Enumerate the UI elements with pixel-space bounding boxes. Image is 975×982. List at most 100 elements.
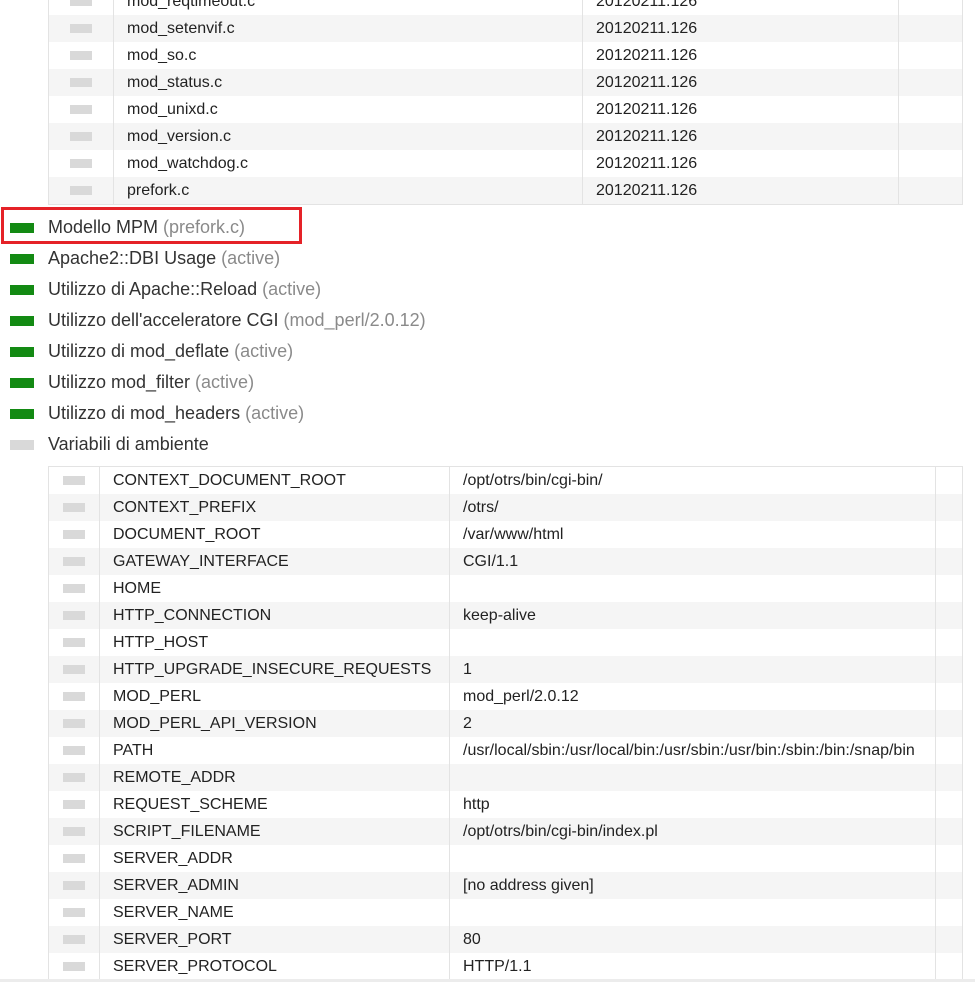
env-name: SERVER_NAME xyxy=(100,899,450,926)
table-row: REMOTE_ADDR xyxy=(49,764,962,791)
status-indicator-icon xyxy=(63,530,85,539)
env-name: SERVER_PROTOCOL xyxy=(100,953,450,980)
env-name: CONTEXT_PREFIX xyxy=(100,494,450,521)
table-row: mod_setenvif.c 20120211.126 xyxy=(49,15,962,42)
env-value xyxy=(450,629,936,656)
check-item-mod-filter: Utilizzo mod_filter (active) xyxy=(0,367,426,398)
modules-table: mod_reqtimeout.c 20120211.126 mod_setenv… xyxy=(48,0,963,205)
table-row: prefork.c 20120211.126 xyxy=(49,177,962,204)
check-detail: (active) xyxy=(234,341,294,361)
table-row: PATH /usr/local/sbin:/usr/local/bin:/usr… xyxy=(49,737,962,764)
status-indicator-icon xyxy=(63,827,85,836)
status-indicator-icon xyxy=(70,186,92,195)
status-indicator-icon xyxy=(70,78,92,87)
table-row: HTTP_CONNECTION keep-alive xyxy=(49,602,962,629)
table-row: HTTP_HOST xyxy=(49,629,962,656)
env-name: DOCUMENT_ROOT xyxy=(100,521,450,548)
env-name: SERVER_PORT xyxy=(100,926,450,953)
table-row: SERVER_PORT 80 xyxy=(49,926,962,953)
status-indicator-icon xyxy=(63,935,85,944)
module-name: mod_setenvif.c xyxy=(114,15,583,42)
status-indicator-icon xyxy=(63,584,85,593)
status-indicator-icon xyxy=(63,557,85,566)
check-item-mod-headers: Utilizzo di mod_headers (active) xyxy=(0,398,426,429)
status-ok-icon xyxy=(10,346,34,357)
status-info-icon xyxy=(10,439,34,450)
env-value xyxy=(450,575,936,602)
status-ok-icon xyxy=(10,284,34,295)
check-item-apache-reload: Utilizzo di Apache::Reload (active) xyxy=(0,274,426,305)
status-indicator-icon xyxy=(70,105,92,114)
table-row: mod_so.c 20120211.126 xyxy=(49,42,962,69)
environment-table: CONTEXT_DOCUMENT_ROOT /opt/otrs/bin/cgi-… xyxy=(48,466,963,981)
module-version: 20120211.126 xyxy=(583,177,899,204)
env-value: keep-alive xyxy=(450,602,936,629)
env-name: REMOTE_ADDR xyxy=(100,764,450,791)
check-list: Modello MPM (prefork.c) Apache2::DBI Usa… xyxy=(0,212,426,460)
status-ok-icon xyxy=(10,315,34,326)
env-name: HOME xyxy=(100,575,450,602)
table-row: mod_reqtimeout.c 20120211.126 xyxy=(49,0,962,15)
status-indicator-icon xyxy=(63,800,85,809)
module-name: prefork.c xyxy=(114,177,583,204)
env-name: HTTP_HOST xyxy=(100,629,450,656)
module-name: mod_so.c xyxy=(114,42,583,69)
env-value: http xyxy=(450,791,936,818)
module-version: 20120211.126 xyxy=(583,96,899,123)
check-item-cgi-accelerator: Utilizzo dell'acceleratore CGI (mod_perl… xyxy=(0,305,426,336)
check-item-dbi-usage: Apache2::DBI Usage (active) xyxy=(0,243,426,274)
status-ok-icon xyxy=(10,253,34,264)
check-detail: (active) xyxy=(221,248,281,268)
module-version: 20120211.126 xyxy=(583,0,899,15)
env-name: MOD_PERL_API_VERSION xyxy=(100,710,450,737)
env-name: CONTEXT_DOCUMENT_ROOT xyxy=(100,467,450,494)
table-row: SERVER_NAME xyxy=(49,899,962,926)
status-indicator-icon xyxy=(63,773,85,782)
env-name: SERVER_ADDR xyxy=(100,845,450,872)
check-label: Utilizzo di Apache::Reload xyxy=(48,279,258,299)
env-name: HTTP_UPGRADE_INSECURE_REQUESTS xyxy=(100,656,450,683)
table-row: HTTP_UPGRADE_INSECURE_REQUESTS 1 xyxy=(49,656,962,683)
env-value: 1 xyxy=(450,656,936,683)
env-value xyxy=(450,764,936,791)
status-indicator-icon xyxy=(63,611,85,620)
module-version: 20120211.126 xyxy=(583,42,899,69)
table-row: CONTEXT_DOCUMENT_ROOT /opt/otrs/bin/cgi-… xyxy=(49,467,962,494)
check-label: Apache2::DBI Usage xyxy=(48,248,217,268)
env-name: HTTP_CONNECTION xyxy=(100,602,450,629)
module-version: 20120211.126 xyxy=(583,123,899,150)
env-value: HTTP/1.1 xyxy=(450,953,936,980)
status-indicator-icon xyxy=(70,132,92,141)
env-value: /opt/otrs/bin/cgi-bin/index.pl xyxy=(450,818,936,845)
env-value: [no address given] xyxy=(450,872,936,899)
status-indicator-icon xyxy=(63,638,85,647)
module-version: 20120211.126 xyxy=(583,69,899,96)
env-name: MOD_PERL xyxy=(100,683,450,710)
table-row: CONTEXT_PREFIX /otrs/ xyxy=(49,494,962,521)
table-row: HOME xyxy=(49,575,962,602)
table-row: MOD_PERL_API_VERSION 2 xyxy=(49,710,962,737)
env-name: REQUEST_SCHEME xyxy=(100,791,450,818)
env-value: 80 xyxy=(450,926,936,953)
module-name: mod_version.c xyxy=(114,123,583,150)
env-name: SERVER_ADMIN xyxy=(100,872,450,899)
table-row: SERVER_ADDR xyxy=(49,845,962,872)
env-value: /otrs/ xyxy=(450,494,936,521)
module-version: 20120211.126 xyxy=(583,15,899,42)
table-row: DOCUMENT_ROOT /var/www/html xyxy=(49,521,962,548)
env-value: 2 xyxy=(450,710,936,737)
check-item-mod-deflate: Utilizzo di mod_deflate (active) xyxy=(0,336,426,367)
env-value xyxy=(450,899,936,926)
table-row: mod_version.c 20120211.126 xyxy=(49,123,962,150)
status-indicator-icon xyxy=(63,854,85,863)
status-indicator-icon xyxy=(70,159,92,168)
table-row: SERVER_PROTOCOL HTTP/1.1 xyxy=(49,953,962,980)
status-indicator-icon xyxy=(63,503,85,512)
table-row: mod_watchdog.c 20120211.126 xyxy=(49,150,962,177)
env-value: mod_perl/2.0.12 xyxy=(450,683,936,710)
status-indicator-icon xyxy=(63,665,85,674)
check-label: Utilizzo di mod_deflate xyxy=(48,341,230,361)
env-name: SCRIPT_FILENAME xyxy=(100,818,450,845)
env-value: /opt/otrs/bin/cgi-bin/ xyxy=(450,467,936,494)
status-indicator-icon xyxy=(63,719,85,728)
